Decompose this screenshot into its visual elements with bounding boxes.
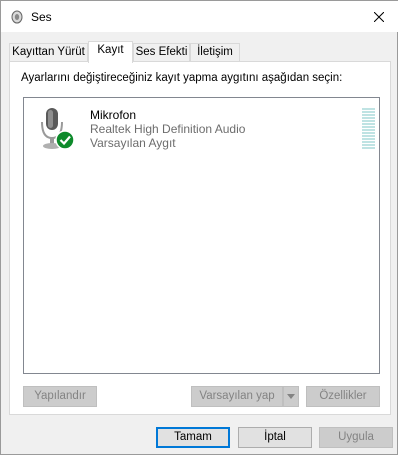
set-default-button[interactable]: Varsayılan yap: [191, 386, 283, 407]
title-bar[interactable]: Ses: [1, 1, 399, 32]
speaker-icon: [11, 10, 23, 24]
sound-dialog: Ses Kayıttan Yürüt Kayıt Ses Efekti İlet…: [0, 0, 399, 455]
chevron-down-icon: [287, 394, 295, 399]
device-status: Varsayılan Aygıt: [90, 136, 176, 150]
properties-button[interactable]: Özellikler: [306, 386, 380, 407]
device-name: Mikrofon: [90, 108, 137, 122]
tab-sound-effects[interactable]: Ses Efekti: [133, 43, 190, 61]
ok-button[interactable]: Tamam: [156, 427, 230, 448]
apply-button[interactable]: Uygula: [319, 427, 393, 448]
check-icon: [55, 130, 75, 150]
recording-panel: Ayarlarını değiştireceğiniz kayıt yapma …: [9, 61, 391, 415]
device-list[interactable]: Mikrofon Realtek High Definition Audio V…: [23, 97, 380, 374]
close-icon: [374, 11, 384, 22]
instruction-text: Ayarlarını değiştireceğiniz kayıt yapma …: [21, 72, 343, 84]
set-default-dropdown[interactable]: [283, 386, 299, 407]
window-title: Ses: [31, 10, 52, 24]
device-driver: Realtek High Definition Audio: [90, 122, 246, 136]
tab-communications[interactable]: İletişim: [190, 43, 240, 61]
cancel-button[interactable]: İptal: [238, 427, 312, 448]
list-item-microphone[interactable]: Mikrofon Realtek High Definition Audio V…: [32, 104, 375, 154]
tab-recording[interactable]: Kayıt: [88, 41, 133, 63]
configure-button[interactable]: Yapılandır: [23, 386, 97, 407]
level-meter: [362, 108, 375, 152]
microphone-icon: [41, 108, 75, 150]
close-button[interactable]: [359, 1, 399, 32]
tab-playback[interactable]: Kayıttan Yürüt: [9, 43, 88, 61]
